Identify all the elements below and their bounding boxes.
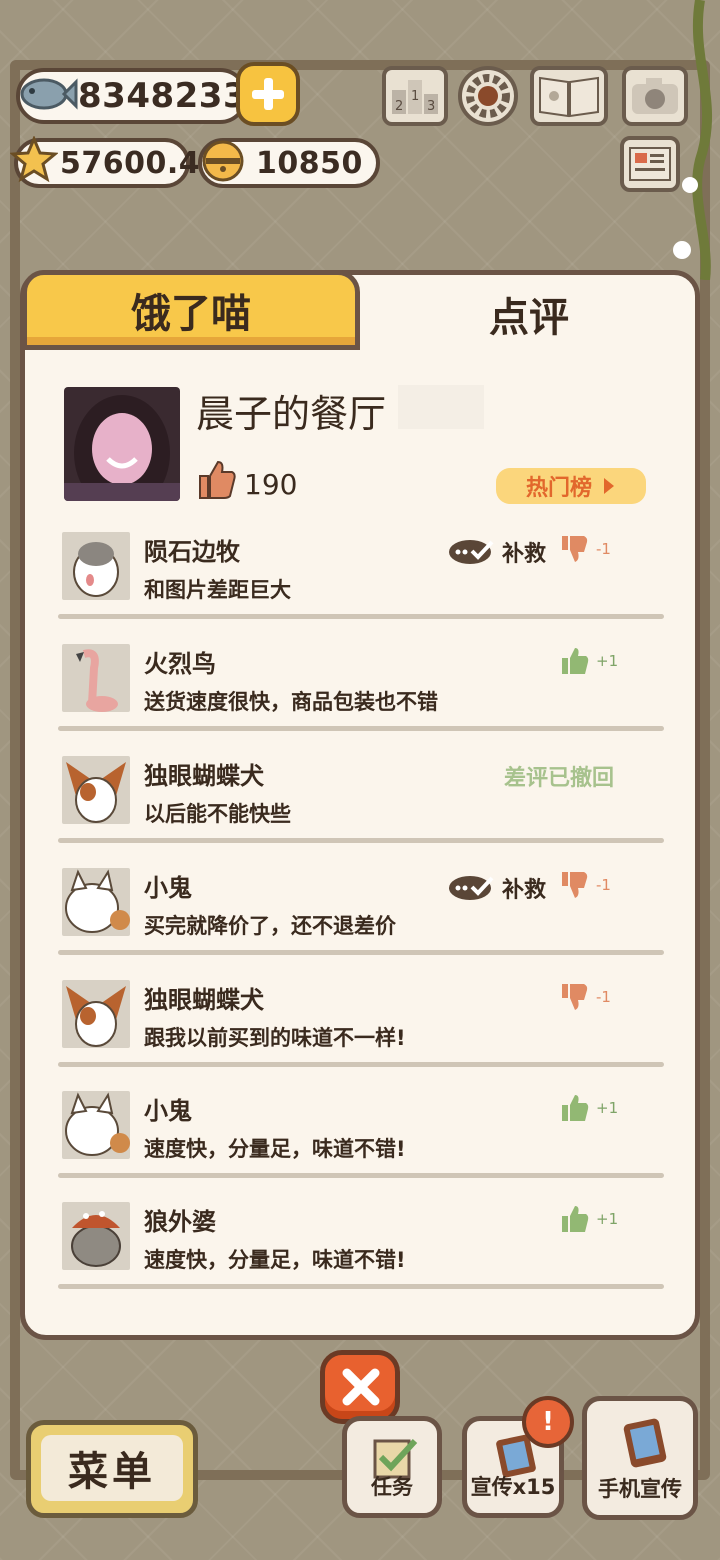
menu-label: 菜单 — [41, 1435, 183, 1501]
reviewer-avatar-papillon — [62, 756, 130, 824]
reviewer-avatar-papillon — [62, 980, 130, 1048]
reviewer-name: 独眼蝴蝶犬 — [144, 762, 264, 790]
rating-delta: -1 — [596, 876, 611, 894]
tasks-button[interactable]: 任务 — [342, 1416, 442, 1518]
thumbs-down-icon — [562, 872, 588, 898]
rating-indicator: +1 — [560, 1204, 618, 1234]
rating-indicator: -1 — [560, 870, 611, 900]
divider — [58, 950, 664, 955]
alert-badge: ! — [522, 1396, 574, 1448]
review-row: 火烈鸟 送货速度很快，商品包装也不错 +1 — [58, 644, 666, 756]
divider — [58, 1173, 664, 1178]
divider — [58, 1062, 664, 1067]
remedy-button[interactable]: 补救 — [448, 536, 546, 568]
reviewer-name: 陨石边牧 — [144, 538, 240, 566]
svg-text:1: 1 — [411, 89, 419, 104]
avatar — [64, 387, 180, 501]
fish-icon — [20, 78, 78, 110]
rating-delta: +1 — [596, 1099, 619, 1117]
review-row: 独眼蝴蝶犬 跟我以前买到的味道不一样! -1 — [58, 980, 666, 1092]
reviewer-name: 狼外婆 — [144, 1208, 216, 1236]
thumbs-down-icon — [562, 536, 588, 562]
like-count: 190 — [244, 468, 298, 501]
star-amount: 57600.4 — [60, 145, 201, 181]
review-text: 跟我以前买到的味道不一样! — [144, 1026, 406, 1050]
chat-check-icon — [449, 540, 494, 564]
thumbs-up-icon — [562, 1095, 589, 1121]
restaurant-name: 晨子的餐厅 — [196, 392, 387, 436]
remedy-label: 补救 — [502, 542, 547, 567]
review-row: 小鬼 买完就降价了，还不退差价 补救 -1 — [58, 868, 666, 980]
rating-delta: +1 — [596, 652, 619, 670]
chat-check-icon — [449, 876, 494, 900]
svg-text:2: 2 — [395, 99, 403, 114]
review-text: 速度快，分量足，味道不错! — [144, 1137, 406, 1161]
newspaper-icon[interactable] — [620, 136, 680, 192]
bell-icon — [202, 140, 244, 182]
rating-delta: -1 — [596, 540, 611, 558]
promo-label: 宣传x15 — [470, 1475, 556, 1499]
rating-indicator: -1 — [560, 534, 611, 564]
reviewer-avatar-border-collie — [62, 532, 130, 600]
divider — [58, 838, 664, 843]
review-text: 和图片差距巨大 — [144, 578, 291, 602]
divider — [58, 1284, 664, 1289]
thumbs-up-icon — [562, 1206, 589, 1232]
recipe-book-icon[interactable] — [530, 66, 608, 126]
rating-delta: -1 — [596, 988, 611, 1006]
reviewer-name: 火烈鸟 — [144, 650, 216, 678]
review-text: 以后能不能快些 — [144, 802, 291, 826]
rating-delta: +1 — [596, 1210, 619, 1228]
reviewer-avatar-ghost-cat — [62, 868, 130, 936]
tab-hungry-meow[interactable]: 饿了喵 — [22, 270, 360, 350]
phone-promo-label: 手机宣传 — [598, 1477, 682, 1501]
review-row: 狼外婆 速度快，分量足，味道不错! +1 — [58, 1202, 666, 1314]
name-placeholder — [398, 385, 484, 429]
phone-flyer-icon — [623, 1418, 667, 1468]
review-row: 小鬼 速度快，分量足，味道不错! +1 — [58, 1091, 666, 1203]
remedy-button[interactable]: 补救 — [448, 872, 546, 904]
ranking-icon[interactable]: 2 1 3 — [382, 66, 448, 126]
reviewer-avatar-big-bad-wolf — [62, 1202, 130, 1270]
camera-icon[interactable] — [622, 66, 688, 126]
hot-list-button[interactable]: 热门榜 — [496, 468, 646, 504]
star-icon — [10, 136, 58, 183]
divider — [58, 614, 664, 619]
remedy-label: 补救 — [502, 878, 547, 903]
rating-indicator: +1 — [560, 1093, 618, 1123]
svg-text:3: 3 — [427, 99, 435, 114]
thumbs-up-icon — [562, 648, 589, 674]
reviewer-name: 小鬼 — [144, 874, 192, 902]
rating-indicator: -1 — [560, 982, 611, 1012]
review-text: 买完就降价了，还不退差价 — [144, 914, 396, 938]
hot-list-label: 热门榜 — [525, 476, 592, 501]
close-button[interactable] — [320, 1350, 400, 1424]
reviewer-name: 独眼蝴蝶犬 — [144, 986, 264, 1014]
reviewer-name: 小鬼 — [144, 1097, 192, 1125]
phone-promo-button[interactable]: 手机宣传 — [582, 1396, 698, 1520]
review-row: 陨石边牧 和图片差距巨大 补救 -1 — [58, 532, 666, 644]
arrow-right-icon — [604, 478, 614, 494]
rating-indicator: +1 — [560, 646, 618, 676]
reviewer-avatar-ghost-cat — [62, 1091, 130, 1159]
close-icon — [342, 1368, 380, 1406]
review-row: 独眼蝴蝶犬 以后能不能快些 差评已撤回 — [58, 756, 666, 868]
fish-amount: 8348233 — [78, 76, 248, 116]
thumbs-down-icon — [562, 984, 588, 1010]
reviewer-avatar-flamingo — [62, 644, 130, 712]
tab-reviews[interactable]: 点评 — [362, 274, 696, 354]
thumbs-up-icon — [199, 460, 236, 499]
add-fish-button[interactable] — [236, 62, 300, 126]
divider — [58, 726, 664, 731]
retracted-status: 差评已撤回 — [504, 766, 615, 791]
menu-button[interactable]: 菜单 — [26, 1420, 198, 1518]
review-text: 速度快，分量足，味道不错! — [144, 1248, 406, 1272]
settings-gear-icon[interactable] — [458, 66, 518, 126]
review-text: 送货速度很快，商品包装也不错 — [144, 690, 438, 714]
bell-amount: 10850 — [256, 145, 363, 181]
tasks-label: 任务 — [371, 1475, 413, 1499]
